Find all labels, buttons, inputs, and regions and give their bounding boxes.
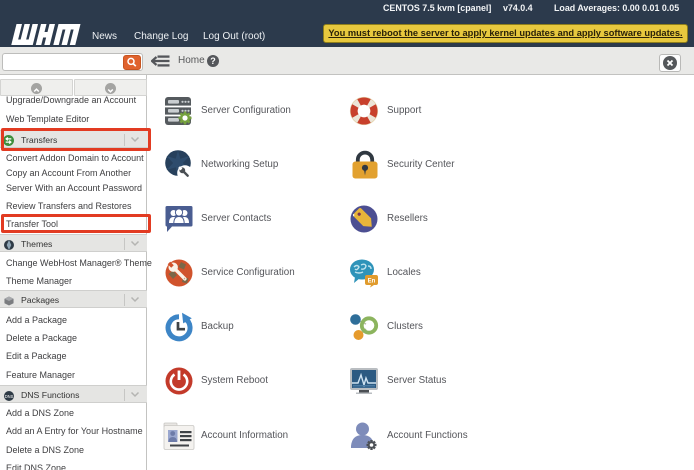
svg-text:DNS: DNS	[5, 393, 14, 398]
svg-text:En: En	[368, 279, 376, 285]
